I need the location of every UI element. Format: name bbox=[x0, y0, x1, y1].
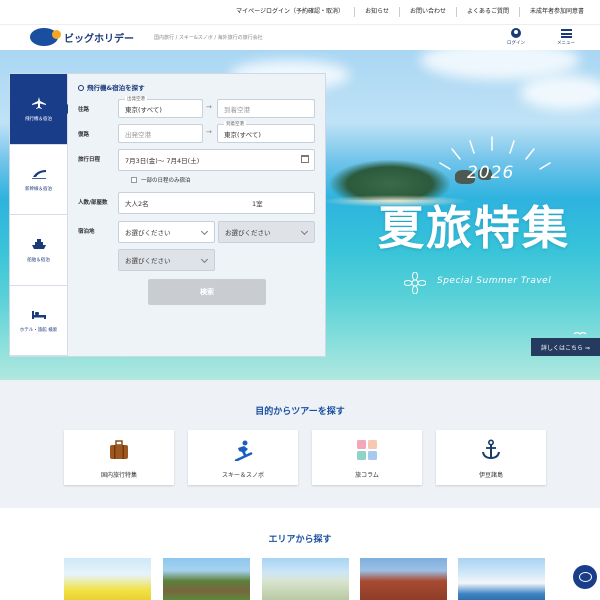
tab-ship-hotel[interactable]: 船舶＆宿泊 bbox=[10, 215, 67, 286]
area-thumbnail[interactable] bbox=[262, 558, 349, 600]
shinkansen-icon bbox=[31, 170, 46, 180]
hero-title: 夏旅特集 bbox=[378, 201, 570, 255]
partial-stay-checkbox[interactable]: 一部の日程のみ宿泊 bbox=[131, 176, 191, 184]
destination-select-2[interactable]: お選びください bbox=[218, 221, 315, 243]
chat-bubble-icon bbox=[578, 572, 592, 582]
purpose-title: 目的からツアーを探す bbox=[255, 407, 345, 417]
tab-label: ホテル・旅館 検索 bbox=[19, 328, 58, 334]
brand-name: ビッグホリデー bbox=[64, 33, 134, 45]
purpose-card-label: 国内旅行特集 bbox=[100, 472, 137, 479]
snowboarder-icon bbox=[234, 440, 253, 461]
mypage-login-link[interactable]: マイページログイン（予約確認・取消） bbox=[226, 7, 354, 17]
hero-year: 2026 bbox=[467, 163, 515, 183]
hero-subtitle: Special Summer Travel bbox=[437, 276, 552, 286]
utility-links: マイページログイン（予約確認・取消） お知らせ お問い合わせ よくあるご質問 未… bbox=[226, 0, 594, 24]
area-thumbnail[interactable] bbox=[360, 558, 447, 600]
arrive-airport-caption: 到着空港 bbox=[224, 121, 246, 127]
outbound-from-field[interactable]: 出発空港 東京(すべて) bbox=[118, 96, 203, 118]
hamburger-icon bbox=[560, 29, 572, 38]
area-title: エリアから探す bbox=[268, 535, 332, 545]
search-form-title-text: 飛行機&宿泊を探す bbox=[87, 84, 145, 92]
outbound-label: 往路 bbox=[78, 107, 90, 113]
login-button[interactable]: ログイン bbox=[507, 28, 525, 46]
checkbox-box bbox=[131, 177, 137, 183]
dates-label: 旅行日程 bbox=[78, 157, 101, 163]
ship-icon bbox=[31, 238, 46, 249]
area-thumbnail[interactable] bbox=[163, 558, 250, 600]
purpose-card-domestic[interactable]: 国内旅行特集 bbox=[64, 430, 174, 485]
arrow-right-icon: → bbox=[206, 128, 212, 136]
utility-bar: マイページログイン（予約確認・取消） お知らせ お問い合わせ よくあるご質問 未… bbox=[0, 0, 600, 24]
destination-label: 宿泊地 bbox=[78, 229, 95, 235]
calendar-icon bbox=[301, 155, 309, 163]
guests-field[interactable]: 大人2名 1室 bbox=[118, 192, 315, 214]
dates-field[interactable]: 7月3日(金)～ 7月4日(土) bbox=[118, 149, 315, 171]
tab-label: 船舶＆宿泊 bbox=[27, 257, 50, 263]
hero-cloud bbox=[520, 75, 600, 110]
purpose-card-label: スキー＆スノボ bbox=[221, 472, 264, 479]
user-icon bbox=[511, 28, 521, 38]
site-header: ビッグホリデー 国内旅行 / スキー&スノボ / 海外旅行の旅行会社 ログイン … bbox=[0, 24, 600, 50]
destination-select-3[interactable]: お選びください bbox=[118, 249, 215, 271]
flower-icon bbox=[404, 272, 426, 294]
login-label: ログイン bbox=[507, 41, 525, 46]
return-to-value: 東京(すべて) bbox=[224, 130, 261, 139]
outbound-to-field[interactable]: 到着空港 bbox=[217, 99, 315, 118]
return-label: 復路 bbox=[78, 132, 90, 138]
guests-label: 人数/部屋数 bbox=[78, 200, 108, 206]
search-tabs: 飛行機＆宿泊 新幹線＆宿泊 船舶＆宿泊 ホテル・旅館 検索 bbox=[10, 74, 73, 356]
minor-consent-link[interactable]: 未成年者参加同意書 bbox=[518, 7, 594, 17]
anchor-icon bbox=[482, 439, 500, 460]
outbound-from-value: 東京(すべて) bbox=[125, 105, 162, 114]
search-form: 飛行機&宿泊を探す 往路 出発空港 東京(すべて) → 到着空港 復路 出発空港… bbox=[68, 74, 325, 356]
purpose-card-label: 旅コラム bbox=[355, 472, 379, 479]
return-from-field[interactable]: 出発空港 bbox=[118, 124, 203, 143]
arrow-right-icon: → bbox=[206, 103, 212, 111]
area-section: エリアから探す bbox=[0, 508, 600, 600]
return-to-field[interactable]: 到着空港 東京(すべて) bbox=[217, 121, 315, 143]
bed-icon bbox=[31, 311, 46, 320]
destination-select-1[interactable]: お選びください bbox=[118, 221, 215, 243]
search-panel: 飛行機＆宿泊 新幹線＆宿泊 船舶＆宿泊 ホテル・旅館 検索 飛行機&宿泊を探す … bbox=[9, 73, 326, 357]
tab-label: 飛行機＆宿泊 bbox=[25, 116, 52, 122]
airplane-icon bbox=[31, 96, 46, 109]
contact-link[interactable]: お問い合わせ bbox=[398, 7, 456, 17]
rooms-value: 1室 bbox=[252, 200, 263, 208]
tab-flight-hotel[interactable]: 飛行機＆宿泊 bbox=[10, 74, 73, 145]
news-link[interactable]: お知らせ bbox=[354, 7, 399, 17]
purpose-card-label: 伊豆諸島 bbox=[478, 472, 503, 479]
partial-stay-label: 一部の日程のみ宿泊 bbox=[141, 178, 191, 184]
purpose-card-izu[interactable]: 伊豆諸島 bbox=[436, 430, 546, 485]
search-icon bbox=[78, 85, 84, 91]
purpose-card-ski[interactable]: スキー＆スノボ bbox=[188, 430, 298, 485]
purpose-card-column[interactable]: 旅コラム bbox=[312, 430, 422, 485]
dates-value: 7月3日(金)～ 7月4日(土) bbox=[125, 157, 200, 165]
menu-button[interactable]: メニュー bbox=[557, 28, 575, 46]
chat-button[interactable] bbox=[573, 565, 597, 589]
suitcase-icon bbox=[110, 440, 128, 459]
area-thumbnail[interactable] bbox=[64, 558, 151, 600]
faq-link[interactable]: よくあるご質問 bbox=[455, 7, 519, 17]
search-form-title: 飛行機&宿泊を探す bbox=[78, 82, 145, 92]
column-tiles-icon bbox=[357, 440, 377, 460]
menu-label: メニュー bbox=[557, 41, 575, 46]
guests-value: 大人2名 bbox=[125, 200, 149, 208]
hero-detail-button[interactable]: 詳しくはこちら ⇒ bbox=[531, 338, 600, 356]
depart-airport-caption: 出発空港 bbox=[125, 96, 147, 102]
brand-tagline: 国内旅行 / スキー&スノボ / 海外旅行の旅行会社 bbox=[154, 35, 263, 41]
purpose-section: 目的からツアーを探す 国内旅行特集 スキー＆スノボ 旅コラム 伊豆諸島 bbox=[0, 380, 600, 508]
search-button[interactable]: 検索 bbox=[148, 279, 266, 305]
tab-hotel-search[interactable]: ホテル・旅館 検索 bbox=[10, 286, 67, 356]
tab-label: 新幹線＆宿泊 bbox=[25, 187, 52, 193]
logo-mark-icon bbox=[30, 28, 61, 46]
area-thumbnail[interactable] bbox=[458, 558, 545, 600]
site-logo[interactable]: ビッグホリデー bbox=[30, 28, 134, 46]
tab-shinkansen-hotel[interactable]: 新幹線＆宿泊 bbox=[10, 145, 67, 215]
